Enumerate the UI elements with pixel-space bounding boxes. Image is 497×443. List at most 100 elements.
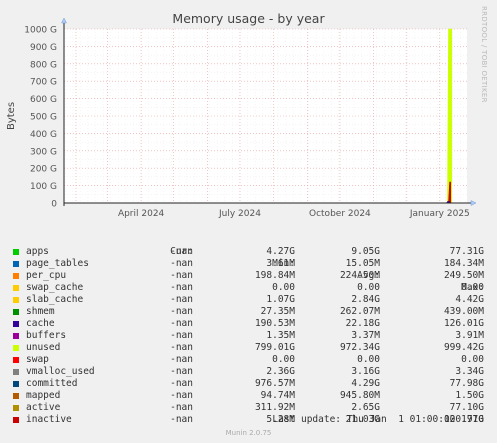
legend-name: committed xyxy=(26,378,78,389)
y-tick-label: 300 G xyxy=(30,147,57,157)
legend-swatch xyxy=(13,369,19,375)
y-tick-label: 700 G xyxy=(30,78,57,88)
legend-name: per_cpu xyxy=(26,270,67,281)
legend-min: 2.36G xyxy=(266,366,295,377)
legend-cur: -nan xyxy=(170,402,193,413)
legend-avg: 3.37M xyxy=(351,330,380,341)
legend-swatch xyxy=(13,321,19,327)
legend-avg: 972.34G xyxy=(339,342,380,353)
legend-min: 94.74M xyxy=(260,390,295,401)
legend-min: 1.35M xyxy=(266,330,295,341)
legend-row-cache: cache -nan 190.53M 22.18G 126.01G xyxy=(0,318,497,330)
y-tick-label: 400 G xyxy=(30,130,57,140)
legend-avg: 2.84G xyxy=(351,294,380,305)
legend-max: 3.91M xyxy=(455,330,484,341)
legend-swatch xyxy=(13,249,19,255)
legend-row-buffers: buffers -nan 1.35M 3.37M 3.91M xyxy=(0,330,497,342)
legend-max: 0.00 xyxy=(461,282,484,293)
legend-cur: -nan xyxy=(170,306,193,317)
legend-cur: -nan xyxy=(170,246,193,257)
legend-name: page_tables xyxy=(26,258,89,269)
legend-min: 311.92M xyxy=(254,402,295,413)
legend-row-swap-cache: swap_cache -nan 0.00 0.00 0.00 xyxy=(0,282,497,294)
legend-max: 439.00M xyxy=(443,306,484,317)
legend-avg: 224.50M xyxy=(339,270,380,281)
legend-swatch xyxy=(13,261,19,267)
legend-row-committed: committed -nan 976.57M 4.29G 77.98G xyxy=(0,378,497,390)
legend-max: 999.42G xyxy=(443,342,484,353)
legend-cur: -nan xyxy=(170,354,193,365)
legend-max: 1.50G xyxy=(455,390,484,401)
legend-swatch xyxy=(13,309,19,315)
legend-max: 77.98G xyxy=(449,378,484,389)
y-axis-label: Bytes xyxy=(6,102,17,130)
legend-swatch xyxy=(13,285,19,291)
legend-row-swap: swap -nan 0.00 0.00 0.00 xyxy=(0,354,497,366)
y-tick-label: 0 xyxy=(51,200,57,210)
legend-swatch xyxy=(13,417,19,423)
legend-name: shmem xyxy=(26,306,55,317)
memory-chart: 0 100 G 200 G 300 G 400 G 500 G 600 G 700 G 800 … xyxy=(6,17,477,219)
legend-avg: 0.00 xyxy=(357,282,380,293)
legend-avg: 9.05G xyxy=(351,246,380,257)
legend-name: swap xyxy=(26,354,49,365)
legend-row-unused: unused -nan 799.01G 972.34G 999.42G xyxy=(0,342,497,354)
legend-swatch xyxy=(13,381,19,387)
y-tick-label: 1000 G xyxy=(24,26,57,36)
legend-row-vmalloc-used: vmalloc_used -nan 2.36G 3.16G 3.34G xyxy=(0,366,497,378)
legend-cur: -nan xyxy=(170,342,193,353)
legend-avg: 4.29G xyxy=(351,378,380,389)
legend-cur: -nan xyxy=(170,366,193,377)
legend-name: slab_cache xyxy=(26,294,84,305)
legend-max: 77.10G xyxy=(449,402,484,413)
legend-min: 799.01G xyxy=(254,342,295,353)
legend-max: 126.01G xyxy=(443,318,484,329)
legend-min: 4.27G xyxy=(266,246,295,257)
legend-avg: 945.80M xyxy=(339,390,380,401)
legend-name: swap_cache xyxy=(26,282,84,293)
legend-swatch xyxy=(13,345,19,351)
y-tick-label: 200 G xyxy=(30,165,57,175)
legend-cur: -nan xyxy=(170,282,193,293)
legend-swatch xyxy=(13,405,19,411)
legend-max: 77.31G xyxy=(449,246,484,257)
legend-row-apps: apps -nan 4.27G 9.05G 77.31G xyxy=(0,246,497,258)
legend-row-mapped: mapped -nan 94.74M 945.80M 1.50G xyxy=(0,390,497,402)
x-tick-label: January 2025 xyxy=(409,209,470,219)
legend-header: Cur: Min: Avg: Max: xyxy=(0,234,497,293)
x-tick-label: April 2024 xyxy=(118,209,165,219)
legend-row-slab-cache: slab_cache -nan 1.07G 2.84G 4.42G xyxy=(0,294,497,306)
legend-avg: 15.05M xyxy=(345,258,380,269)
munin-version: Munin 2.0.75 xyxy=(225,429,272,437)
legend-cur: -nan xyxy=(170,390,193,401)
legend-swatch xyxy=(13,357,19,363)
legend-min: 0.00 xyxy=(272,354,295,365)
legend-swatch xyxy=(13,393,19,399)
legend-cur: -nan xyxy=(170,378,193,389)
legend-swatch xyxy=(13,333,19,339)
legend-avg: 262.07M xyxy=(339,306,380,317)
legend-avg: 3.16G xyxy=(351,366,380,377)
legend-max: 0.00 xyxy=(461,354,484,365)
legend-name: inactive xyxy=(26,414,72,425)
legend-name: buffers xyxy=(26,330,67,341)
legend-cur: -nan xyxy=(170,270,193,281)
legend-name: active xyxy=(26,402,61,413)
y-tick-label: 100 G xyxy=(30,182,57,192)
legend-cur: -nan xyxy=(170,330,193,341)
legend-name: vmalloc_used xyxy=(26,366,95,377)
y-tick-label: 500 G xyxy=(30,113,57,123)
legend-min: 190.53M xyxy=(254,318,295,329)
legend-min: 976.57M xyxy=(254,378,295,389)
legend-cur: -nan xyxy=(170,414,193,425)
legend-swatch xyxy=(13,297,19,303)
last-update: Last update: Thu Jan 1 01:00:00 1970 xyxy=(272,414,484,425)
legend-row-active: active -nan 311.92M 2.65G 77.10G xyxy=(0,402,497,414)
y-tick-label: 900 G xyxy=(30,43,57,53)
y-tick-label: 800 G xyxy=(30,60,57,70)
y-tick-label: 600 G xyxy=(30,95,57,105)
legend-min: 3.61M xyxy=(266,258,295,269)
x-tick-label: July 2024 xyxy=(218,209,261,219)
legend-row-shmem: shmem -nan 27.35M 262.07M 439.00M xyxy=(0,306,497,318)
legend-name: unused xyxy=(26,342,61,353)
